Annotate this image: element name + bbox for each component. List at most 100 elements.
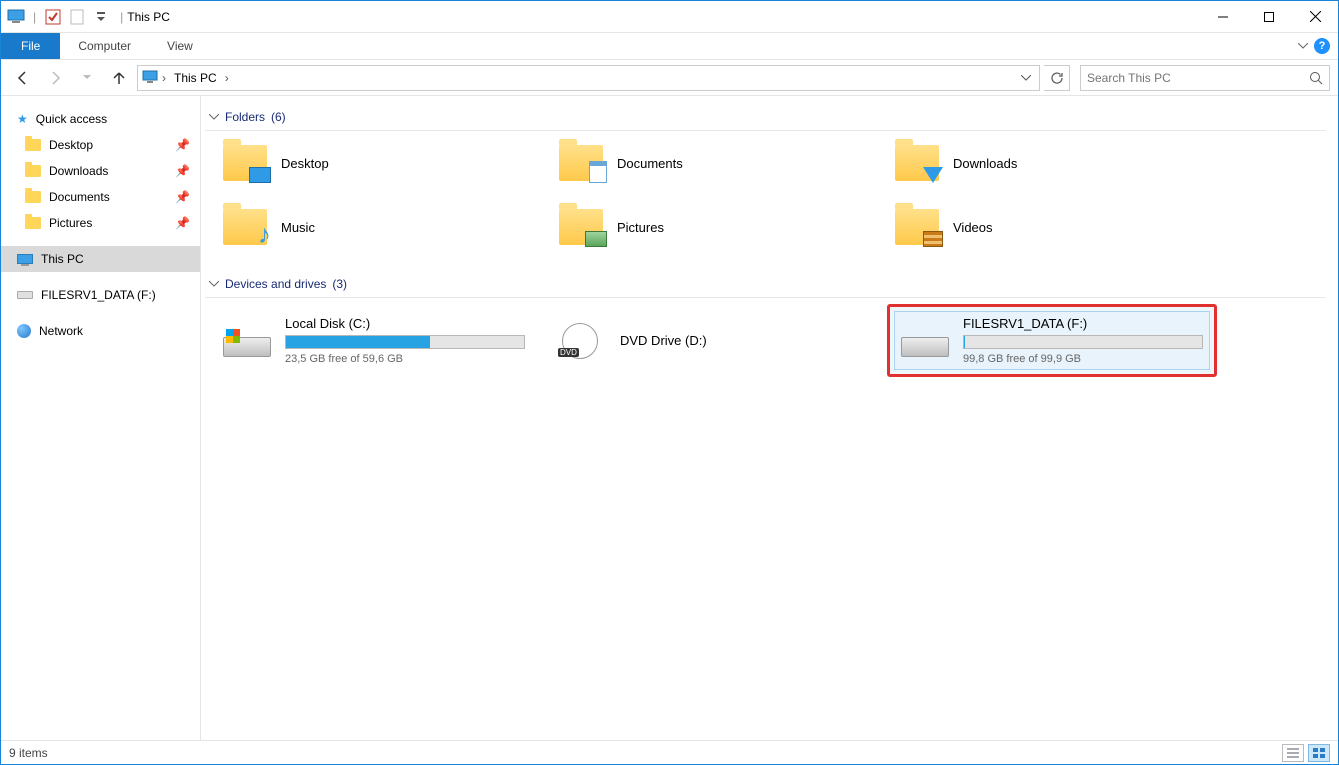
- drive-label: Local Disk (C:): [285, 316, 538, 331]
- chevron-right-icon[interactable]: ›: [162, 71, 166, 85]
- qat-dropdown-icon[interactable]: [90, 6, 112, 28]
- view-details-button[interactable]: [1282, 744, 1304, 762]
- drive-icon: [17, 291, 33, 299]
- sidebar-label: Documents: [49, 190, 110, 204]
- folder-downloads[interactable]: Downloads: [889, 137, 1217, 189]
- pin-icon: 📌: [175, 216, 190, 230]
- chevron-right-icon[interactable]: ›: [225, 71, 229, 85]
- folder-music[interactable]: ♪ Music: [217, 201, 545, 253]
- item-label: Pictures: [617, 220, 664, 235]
- recent-dropdown-icon[interactable]: [73, 64, 101, 92]
- qat-properties-icon[interactable]: [42, 6, 64, 28]
- pin-icon: 📌: [175, 190, 190, 204]
- group-count: (6): [271, 110, 286, 124]
- folder-desktop[interactable]: Desktop: [217, 137, 545, 189]
- pc-icon: [17, 254, 33, 264]
- sidebar-network[interactable]: Network: [1, 318, 200, 344]
- forward-button[interactable]: [41, 64, 69, 92]
- qat-new-icon[interactable]: [66, 6, 88, 28]
- folder-icon: [559, 209, 603, 245]
- sidebar-quick-access[interactable]: ★ Quick access: [1, 106, 200, 132]
- folder-icon: [895, 209, 939, 245]
- status-text: 9 items: [9, 746, 48, 760]
- up-button[interactable]: [105, 64, 133, 92]
- folder-icon: [223, 145, 267, 181]
- navigation-sidebar: ★ Quick access Desktop 📌 Downloads 📌 Docum…: [1, 96, 201, 740]
- search-input[interactable]: [1087, 71, 1309, 85]
- item-label: Videos: [953, 220, 993, 235]
- help-icon[interactable]: ?: [1314, 38, 1330, 54]
- address-bar[interactable]: › This PC ›: [137, 65, 1040, 91]
- item-label: Downloads: [953, 156, 1017, 171]
- search-icon[interactable]: [1309, 71, 1323, 85]
- sidebar-this-pc[interactable]: This PC: [1, 246, 200, 272]
- folder-icon: [25, 165, 41, 177]
- qat-pc-icon[interactable]: [5, 6, 27, 28]
- pin-icon: 📌: [175, 164, 190, 178]
- group-label: Devices and drives: [225, 277, 326, 291]
- back-button[interactable]: [9, 64, 37, 92]
- hdd-icon: [223, 325, 271, 357]
- sidebar-label: Pictures: [49, 216, 92, 230]
- chevron-down-icon: [209, 114, 219, 120]
- title-bar: | | This PC: [1, 1, 1338, 33]
- main-content: Folders (6) Desktop Documents Downloads …: [201, 96, 1338, 740]
- ribbon-tabs: File Computer View ?: [1, 33, 1338, 60]
- capacity-bar: [963, 335, 1203, 349]
- pin-icon: 📌: [175, 138, 190, 152]
- ribbon-tab-file[interactable]: File: [1, 33, 60, 59]
- ribbon-tab-computer[interactable]: Computer: [60, 33, 149, 59]
- ribbon-expand-icon[interactable]: [1298, 43, 1308, 49]
- network-icon: [17, 324, 31, 338]
- group-header-folders[interactable]: Folders (6): [205, 104, 1326, 131]
- folder-videos[interactable]: Videos: [889, 201, 1217, 253]
- folder-pictures[interactable]: Pictures: [553, 201, 881, 253]
- star-icon: ★: [17, 112, 28, 126]
- folder-icon: [25, 217, 41, 229]
- sidebar-mapped-drive[interactable]: FILESRV1_DATA (F:): [1, 282, 200, 308]
- group-header-drives[interactable]: Devices and drives (3): [205, 271, 1326, 298]
- sidebar-item-desktop[interactable]: Desktop 📌: [1, 132, 200, 158]
- sidebar-label: This PC: [41, 252, 84, 266]
- status-bar: 9 items: [1, 740, 1338, 764]
- maximize-button[interactable]: [1246, 2, 1292, 32]
- sidebar-item-documents[interactable]: Documents 📌: [1, 184, 200, 210]
- folder-icon: [559, 145, 603, 181]
- drive-filesrv-f[interactable]: FILESRV1_DATA (F:) 99,8 GB free of 99,9 …: [894, 311, 1210, 370]
- sidebar-label: Downloads: [49, 164, 108, 178]
- window-title: This PC: [127, 10, 170, 24]
- folder-icon: [895, 145, 939, 181]
- drive-label: FILESRV1_DATA (F:): [963, 316, 1203, 331]
- sidebar-label: Desktop: [49, 138, 93, 152]
- capacity-bar: [285, 335, 525, 349]
- folder-documents[interactable]: Documents: [553, 137, 881, 189]
- sidebar-item-pictures[interactable]: Pictures 📌: [1, 210, 200, 236]
- item-label: Desktop: [281, 156, 329, 171]
- address-pc-icon: [142, 70, 158, 86]
- drive-label: DVD Drive (D:): [620, 333, 873, 348]
- address-dropdown-icon[interactable]: [1017, 75, 1035, 81]
- group-label: Folders: [225, 110, 265, 124]
- folder-icon: ♪: [223, 209, 267, 245]
- view-tiles-button[interactable]: [1308, 744, 1330, 762]
- sidebar-label: Quick access: [36, 112, 107, 126]
- sidebar-item-downloads[interactable]: Downloads 📌: [1, 158, 200, 184]
- qat-separator: |: [33, 10, 36, 24]
- group-count: (3): [332, 277, 347, 291]
- folder-icon: [25, 191, 41, 203]
- sidebar-label: Network: [39, 324, 83, 338]
- minimize-button[interactable]: [1200, 2, 1246, 32]
- close-button[interactable]: [1292, 2, 1338, 32]
- title-separator: |: [120, 10, 123, 24]
- search-box[interactable]: [1080, 65, 1330, 91]
- hdd-icon: [901, 325, 949, 357]
- navigation-bar: › This PC ›: [1, 60, 1338, 96]
- ribbon-tab-view[interactable]: View: [149, 33, 211, 59]
- quick-access-toolbar: |: [1, 6, 116, 28]
- breadcrumb-root[interactable]: This PC: [170, 71, 221, 85]
- sidebar-label: FILESRV1_DATA (F:): [41, 288, 156, 302]
- drive-dvd-d[interactable]: DVD DVD Drive (D:): [552, 304, 879, 377]
- drive-local-c[interactable]: Local Disk (C:) 23,5 GB free of 59,6 GB: [217, 304, 544, 377]
- refresh-button[interactable]: [1044, 65, 1070, 91]
- capacity-text: 99,8 GB free of 99,9 GB: [963, 353, 1203, 365]
